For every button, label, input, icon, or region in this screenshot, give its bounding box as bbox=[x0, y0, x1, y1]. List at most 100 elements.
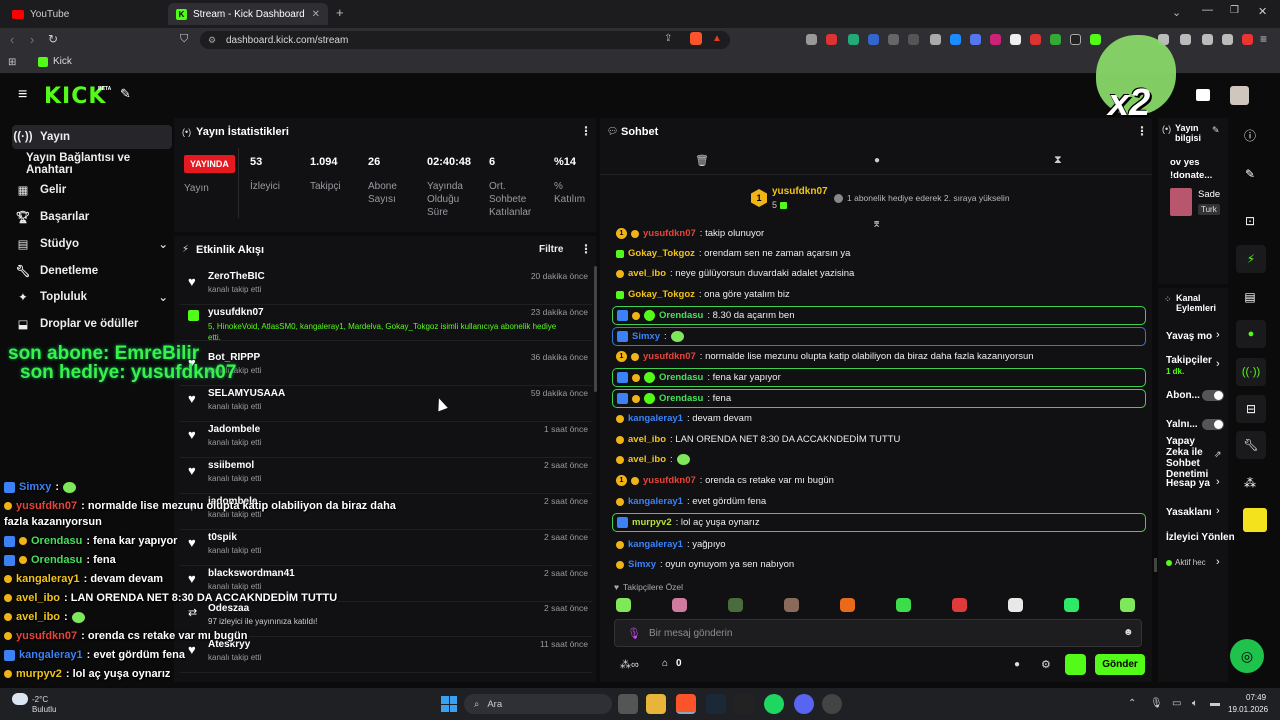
sidebar-item-denetleme[interactable]: 🔧︎ Denetleme bbox=[12, 259, 172, 283]
external-link-icon[interactable]: ⇗ bbox=[1214, 449, 1222, 460]
emote-icon[interactable] bbox=[1064, 598, 1079, 612]
emote-icon[interactable] bbox=[896, 598, 911, 612]
kick-boost-icon[interactable] bbox=[1065, 654, 1086, 675]
user-avatar[interactable] bbox=[1230, 86, 1249, 105]
task-view-icon[interactable] bbox=[618, 694, 638, 714]
emote-icon[interactable] bbox=[672, 598, 687, 612]
event-username[interactable]: ZeroTheBIC bbox=[208, 271, 265, 282]
chat-icon[interactable]: ● bbox=[874, 155, 880, 166]
chevron-right-icon[interactable]: › bbox=[1216, 556, 1220, 568]
chat-panel-icon[interactable]: ● bbox=[1236, 320, 1266, 348]
taskbar-search[interactable]: ⌕ Ara bbox=[464, 694, 612, 714]
reload-icon[interactable]: ↻ bbox=[48, 32, 58, 46]
close-tab-icon[interactable]: ✕ bbox=[312, 9, 320, 20]
file-explorer-icon[interactable] bbox=[646, 694, 666, 714]
event-username[interactable]: SELAMYUSAAA bbox=[208, 388, 285, 399]
chat-scrollbar[interactable] bbox=[1154, 558, 1157, 572]
chat-username[interactable]: kangaleray1 bbox=[628, 496, 683, 507]
viewer-redirect-label[interactable]: İzleyici Yönlen bbox=[1166, 532, 1235, 543]
emote-icon[interactable] bbox=[840, 598, 855, 612]
chevron-right-icon[interactable]: › bbox=[1216, 505, 1220, 517]
pin-icon[interactable]: ✎ bbox=[120, 86, 131, 102]
followers-mode-label[interactable]: Takipçiler bbox=[1166, 355, 1212, 366]
chat-username[interactable]: yusufdkn07 bbox=[643, 475, 696, 486]
chevron-right-icon[interactable]: › bbox=[1216, 358, 1220, 370]
back-icon[interactable]: ‹ bbox=[10, 32, 14, 47]
chat-username[interactable]: murpyv2 bbox=[632, 517, 672, 528]
chat-username[interactable]: yusufdkn07 bbox=[643, 228, 696, 239]
epic-games-icon[interactable] bbox=[734, 694, 754, 714]
extension-icon[interactable] bbox=[1050, 34, 1061, 45]
event-username[interactable]: Odeszaa bbox=[208, 603, 249, 614]
battery-icon[interactable]: ▬ bbox=[1210, 698, 1220, 709]
help-chat-icon[interactable]: ◎ bbox=[1230, 639, 1264, 673]
sidebar-item-droplar[interactable]: ⬓ Droplar ve ödüller bbox=[12, 312, 172, 336]
volume-icon[interactable]: 🔈︎ bbox=[1192, 698, 1198, 709]
emote-icon[interactable] bbox=[1008, 598, 1023, 612]
extension-icon[interactable] bbox=[888, 34, 899, 45]
chat-username[interactable]: Orendasu bbox=[659, 310, 703, 321]
bolt-panel-icon[interactable]: ⚡︎ bbox=[1236, 245, 1266, 273]
emote-icon[interactable] bbox=[616, 598, 631, 612]
more-options-icon[interactable]: ⋮ bbox=[580, 124, 592, 138]
more-options-icon[interactable]: ⋮ bbox=[580, 242, 592, 256]
profile-icon[interactable] bbox=[1242, 34, 1253, 45]
chat-username[interactable]: avel_ibo bbox=[628, 454, 666, 465]
chat-username[interactable]: avel_ibo bbox=[628, 434, 666, 445]
site-info-icon[interactable]: ⚙ bbox=[208, 35, 216, 46]
chat-username[interactable]: Gokay_Tokgoz bbox=[628, 289, 695, 300]
emote-only-toggle[interactable] bbox=[1202, 419, 1224, 430]
hamburger-menu-icon[interactable]: ≡ bbox=[18, 87, 27, 103]
clock-time[interactable]: 07:49 bbox=[1246, 693, 1266, 702]
settings-gear-icon[interactable]: ⚙ bbox=[1041, 658, 1051, 671]
ai-moderation-label[interactable]: Yapay Zeka ile Sohbet Denetimi bbox=[1166, 436, 1208, 480]
extension-icon[interactable] bbox=[826, 34, 837, 45]
sidebar-item-yayin[interactable]: ((·)) Yayın bbox=[12, 125, 172, 149]
slow-mode-label[interactable]: Yavaş mo bbox=[1166, 331, 1212, 342]
leo-ai-icon[interactable] bbox=[1222, 34, 1233, 45]
menu-icon[interactable]: ≡ bbox=[1260, 32, 1267, 46]
chat-username[interactable]: Orendasu bbox=[659, 372, 703, 383]
banned-words-label[interactable]: Yasaklanı bbox=[1166, 507, 1212, 518]
chat-username[interactable]: Orendasu bbox=[659, 393, 703, 404]
chevron-right-icon[interactable]: › bbox=[1216, 476, 1220, 488]
edit-icon[interactable]: ✎ bbox=[1212, 125, 1220, 136]
chat-username[interactable]: avel_ibo bbox=[628, 268, 666, 279]
extension-icon[interactable] bbox=[908, 34, 919, 45]
event-username[interactable]: yusufdkn07 bbox=[208, 307, 264, 318]
extension-icon[interactable] bbox=[1010, 34, 1021, 45]
emote-icon[interactable] bbox=[728, 598, 743, 612]
tray-chevron-icon[interactable]: ⌃ bbox=[1128, 698, 1136, 709]
new-tab-icon[interactable]: + bbox=[336, 5, 344, 20]
account-age-label[interactable]: Hesap ya bbox=[1166, 478, 1210, 489]
tab-youtube[interactable]: YouTube bbox=[4, 3, 164, 25]
weather-icon[interactable] bbox=[12, 693, 28, 705]
event-username[interactable]: blackswordman41 bbox=[208, 568, 295, 579]
extension-icon[interactable] bbox=[1090, 34, 1101, 45]
event-username[interactable]: t0spik bbox=[208, 532, 237, 543]
chat-username[interactable]: Simxy bbox=[632, 331, 660, 342]
chat-emote-icon[interactable]: ● bbox=[1014, 659, 1020, 670]
brave-browser-icon[interactable] bbox=[676, 694, 696, 714]
extension-icon[interactable] bbox=[950, 34, 961, 45]
send-button[interactable]: Gönder bbox=[1095, 654, 1145, 675]
extension-icon[interactable] bbox=[930, 34, 941, 45]
kick-k-icon[interactable] bbox=[1196, 89, 1210, 101]
emote-icon[interactable] bbox=[952, 598, 967, 612]
emote-icon[interactable] bbox=[1120, 598, 1135, 612]
clock-date[interactable]: 19.01.2026 bbox=[1228, 705, 1268, 714]
event-username[interactable]: ssiibemol bbox=[208, 460, 254, 471]
wrench-panel-icon[interactable]: 🔧︎ bbox=[1236, 431, 1266, 459]
extension-icon[interactable] bbox=[868, 34, 879, 45]
scrollbar[interactable] bbox=[594, 266, 597, 392]
url-field[interactable]: dashboard.kick.com/stream bbox=[200, 31, 730, 49]
chat-username[interactable]: Gokay_Tokgoz bbox=[628, 248, 695, 259]
sidebar-item-stream-key[interactable]: Yayın Bağlantısı ve Anahtarı bbox=[12, 152, 172, 176]
emoji-icon[interactable]: ☻ bbox=[1123, 627, 1134, 638]
network-icon[interactable]: ▭ bbox=[1172, 698, 1181, 709]
extension-icon[interactable] bbox=[970, 34, 981, 45]
spotify-icon[interactable] bbox=[764, 694, 784, 714]
filter-button[interactable]: Filtre bbox=[539, 244, 563, 255]
wallet-icon[interactable] bbox=[1180, 34, 1191, 45]
sidebar-item-studyo[interactable]: ▤ Stüdyo ⌄ bbox=[12, 232, 172, 256]
